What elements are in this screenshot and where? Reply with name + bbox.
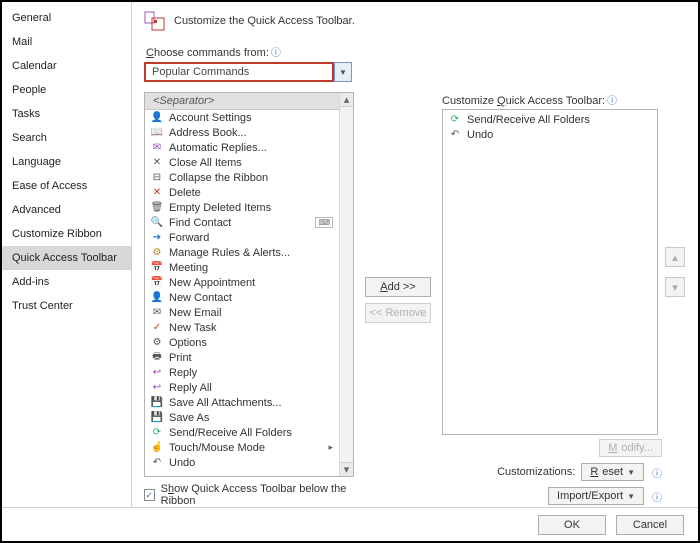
- panel-title: Customize the Quick Access Toolbar.: [174, 15, 355, 27]
- list-item[interactable]: 📅New Appointment: [145, 275, 339, 290]
- choose-commands-combo[interactable]: Popular Commands ▼: [144, 62, 686, 82]
- list-item[interactable]: ↶Undo: [443, 127, 657, 142]
- sidebar-item-trust-center[interactable]: Trust Center: [2, 294, 131, 318]
- scroll-down-icon[interactable]: ▾: [340, 462, 353, 476]
- list-item[interactable]: ↩Reply All: [145, 380, 339, 395]
- show-below-ribbon-checkbox[interactable]: ✓ Show Quick Access Toolbar below the Ri…: [144, 483, 354, 507]
- list-item[interactable]: 👤New Contact: [145, 290, 339, 305]
- separator-item[interactable]: <Separator>: [145, 93, 339, 110]
- remove-button[interactable]: << Remove: [365, 303, 431, 323]
- list-item[interactable]: ⚙Options: [145, 335, 339, 350]
- modify-button[interactable]: Modify...: [599, 439, 662, 457]
- reorder-buttons: ▴ ▾: [664, 109, 686, 435]
- list-item[interactable]: ⟳Send/Receive All Folders: [443, 112, 657, 127]
- dialog-footer: OK Cancel: [2, 507, 698, 541]
- customize-qat-label: Customize Quick Access Toolbar:ⓘ: [442, 92, 686, 107]
- ok-button[interactable]: OK: [538, 515, 606, 535]
- sidebar-item-tasks[interactable]: Tasks: [2, 102, 131, 126]
- import-export-button[interactable]: Import/Export▼: [548, 487, 644, 505]
- list-item[interactable]: 💾Save All Attachments...: [145, 395, 339, 410]
- list-item[interactable]: ↶Undo: [145, 455, 339, 470]
- list-item[interactable]: 📖Address Book...: [145, 125, 339, 140]
- chevron-down-icon[interactable]: ▼: [334, 62, 352, 82]
- sidebar-item-language[interactable]: Language: [2, 150, 131, 174]
- list-item[interactable]: ☝Touch/Mouse Mode▸: [145, 440, 339, 455]
- list-item[interactable]: 🖶Print: [145, 350, 339, 365]
- list-item[interactable]: ⚙Manage Rules & Alerts...: [145, 245, 339, 260]
- list-item[interactable]: 🔍Find Contact⌨: [145, 215, 339, 230]
- sidebar-item-mail[interactable]: Mail: [2, 30, 131, 54]
- options-dialog: General Mail Calendar People Tasks Searc…: [0, 0, 700, 543]
- current-toolbar-column: Customize Quick Access Toolbar:ⓘ ⟳Send/R…: [442, 92, 686, 507]
- list-item[interactable]: ✕Delete: [145, 185, 339, 200]
- reset-button[interactable]: Reset▼: [581, 463, 644, 481]
- list-item[interactable]: ⊟Collapse the Ribbon: [145, 170, 339, 185]
- scrollbar[interactable]: ▴ ▾: [339, 93, 353, 476]
- quick-access-toolbar-icon: [144, 10, 166, 32]
- sidebar-item-people[interactable]: People: [2, 78, 131, 102]
- category-sidebar: General Mail Calendar People Tasks Searc…: [2, 2, 132, 507]
- list-item[interactable]: ✓New Task: [145, 320, 339, 335]
- sidebar-item-search[interactable]: Search: [2, 126, 131, 150]
- customizations-label: Customizations:: [497, 466, 575, 478]
- add-button[interactable]: Add >>: [365, 277, 431, 297]
- dialog-body: General Mail Calendar People Tasks Searc…: [2, 2, 698, 507]
- main-panel: Customize the Quick Access Toolbar. Choo…: [132, 2, 698, 507]
- panel-header: Customize the Quick Access Toolbar.: [144, 10, 686, 32]
- cancel-button[interactable]: Cancel: [616, 515, 684, 535]
- move-down-button[interactable]: ▾: [665, 277, 685, 297]
- columns: <Separator> 👤Account Settings📖Address Bo…: [144, 92, 686, 507]
- sidebar-item-general[interactable]: General: [2, 6, 131, 30]
- info-icon[interactable]: ⓘ: [607, 96, 617, 107]
- list-item[interactable]: 👤Account Settings: [145, 110, 339, 125]
- checkbox-icon[interactable]: ✓: [144, 489, 155, 501]
- info-icon[interactable]: ⓘ: [652, 465, 662, 480]
- available-commands-list[interactable]: <Separator> 👤Account Settings📖Address Bo…: [144, 92, 354, 477]
- info-icon[interactable]: ⓘ: [271, 48, 281, 59]
- list-item[interactable]: 🗑Empty Deleted Items: [145, 200, 339, 215]
- sidebar-item-add-ins[interactable]: Add-ins: [2, 270, 131, 294]
- list-item[interactable]: 💾Save As: [145, 410, 339, 425]
- move-up-button[interactable]: ▴: [665, 247, 685, 267]
- info-icon[interactable]: ⓘ: [652, 489, 662, 504]
- sidebar-item-customize-ribbon[interactable]: Customize Ribbon: [2, 222, 131, 246]
- list-item[interactable]: ✉Automatic Replies...: [145, 140, 339, 155]
- available-commands-column: <Separator> 👤Account Settings📖Address Bo…: [144, 92, 354, 507]
- list-item[interactable]: ➔Forward: [145, 230, 339, 245]
- scroll-up-icon[interactable]: ▴: [340, 93, 353, 107]
- list-item[interactable]: ✉New Email: [145, 305, 339, 320]
- sidebar-item-quick-access-toolbar[interactable]: Quick Access Toolbar: [2, 246, 131, 270]
- transfer-buttons: Add >> << Remove: [362, 92, 434, 507]
- list-item[interactable]: ↩Reply: [145, 365, 339, 380]
- choose-commands-value[interactable]: Popular Commands: [144, 62, 334, 82]
- sidebar-item-advanced[interactable]: Advanced: [2, 198, 131, 222]
- sidebar-item-ease-of-access[interactable]: Ease of Access: [2, 174, 131, 198]
- sidebar-item-calendar[interactable]: Calendar: [2, 54, 131, 78]
- list-item[interactable]: 📅Meeting: [145, 260, 339, 275]
- current-toolbar-list[interactable]: ⟳Send/Receive All Folders↶Undo: [442, 109, 658, 435]
- choose-commands-label: Choose commands from:ⓘ: [146, 44, 686, 59]
- list-item[interactable]: ⟳Send/Receive All Folders: [145, 425, 339, 440]
- list-item[interactable]: ✕Close All Items: [145, 155, 339, 170]
